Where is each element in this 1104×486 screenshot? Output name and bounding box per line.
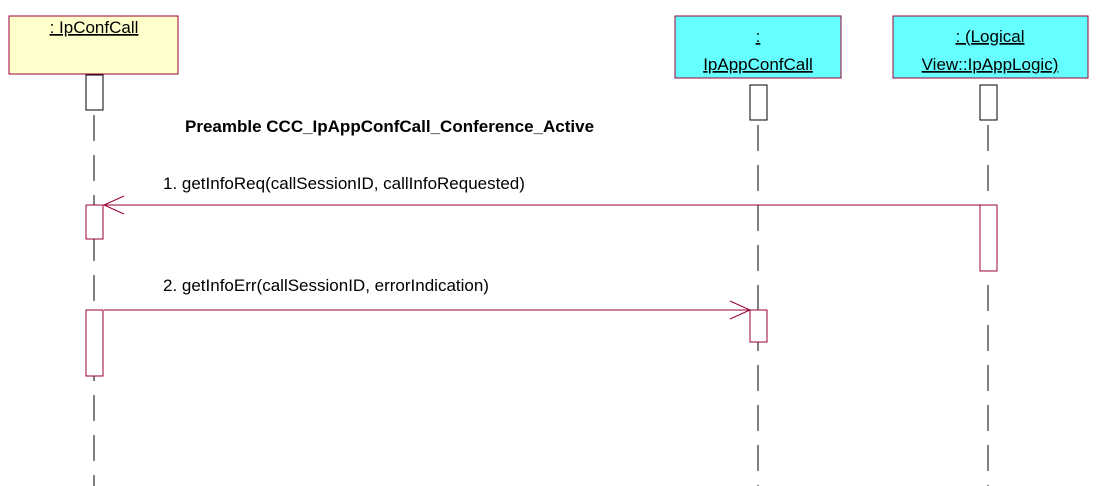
preamble-label: Preamble CCC_IpAppConfCall_Conference_Ac… <box>185 117 594 136</box>
participant-ipconfcall: : IpConfCall <box>8 15 179 75</box>
activation-ipconfcall-top <box>85 74 104 111</box>
message-2-label: 2. getInfoErr(callSessionID, errorIndica… <box>163 276 489 295</box>
participant-ipapplogic: : (Logical View::IpAppLogic) <box>892 15 1089 79</box>
participant-ipappconfcall-label-line2: IpAppConfCall <box>703 55 813 74</box>
activation-ipappconfcall-top <box>749 84 768 121</box>
sequence-diagram: : IpConfCall : IpAppConfCall : (Logical … <box>8 15 1089 486</box>
activation-ipapplogic-msg1 <box>979 204 998 272</box>
activation-ipappconfcall-msg2 <box>749 309 768 343</box>
participant-ipapplogic-label-line1: : (Logical <box>956 27 1025 46</box>
activation-ipconfcall-msg2 <box>85 309 104 377</box>
participant-ipappconfcall-label-line1: : <box>756 27 761 46</box>
activation-ipconfcall-msg1 <box>85 204 104 240</box>
message-1-label: 1. getInfoReq(callSessionID, callInfoReq… <box>163 174 525 193</box>
participant-ipappconfcall: : IpAppConfCall <box>674 15 842 79</box>
participant-ipconfcall-label: : IpConfCall <box>50 18 139 37</box>
participant-ipapplogic-label-line2: View::IpAppLogic) <box>922 55 1059 74</box>
activation-ipapplogic-top <box>979 84 998 121</box>
